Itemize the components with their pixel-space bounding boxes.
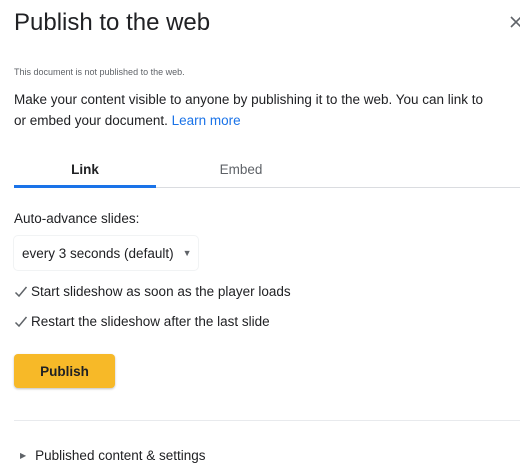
tab-embed[interactable]: Embed (170, 162, 312, 187)
auto-advance-value: every 3 seconds (default) (22, 245, 174, 261)
option-start-on-load: Start slideshow as soon as the player lo… (14, 284, 291, 299)
published-settings-label: Published content & settings (35, 448, 206, 463)
option-label: Start slideshow as soon as the player lo… (31, 284, 291, 299)
close-icon[interactable] (508, 14, 520, 30)
auto-advance-label: Auto-advance slides: (14, 211, 140, 226)
checkmark-icon[interactable] (14, 285, 28, 299)
published-settings-expander[interactable]: ▶ Published content & settings (20, 448, 206, 463)
description-text: or embed your document. (14, 113, 168, 128)
publish-button[interactable]: Publish (14, 354, 115, 388)
caret-down-icon: ▼ (182, 248, 192, 258)
tab-link[interactable]: Link (14, 162, 156, 188)
publish-status: This document is not published to the we… (14, 67, 185, 77)
triangle-right-icon: ▶ (20, 451, 27, 460)
option-restart-after-last: Restart the slideshow after the last sli… (14, 314, 270, 329)
learn-more-link[interactable]: Learn more (172, 113, 241, 128)
description-line-2: or embed your document. Learn more (14, 110, 520, 131)
tab-bar: Link Embed (14, 158, 520, 188)
description-line-1: Make your content visible to anyone by p… (14, 92, 484, 107)
auto-advance-dropdown[interactable]: every 3 seconds (default) ▼ (14, 236, 198, 270)
checkmark-icon[interactable] (14, 315, 28, 329)
dialog-description: Make your content visible to anyone by p… (14, 89, 520, 131)
dialog-title: Publish to the web (14, 9, 211, 36)
publish-dialog: Publish to the web This document is not … (0, 0, 520, 468)
divider (14, 420, 520, 421)
option-label: Restart the slideshow after the last sli… (31, 314, 270, 329)
